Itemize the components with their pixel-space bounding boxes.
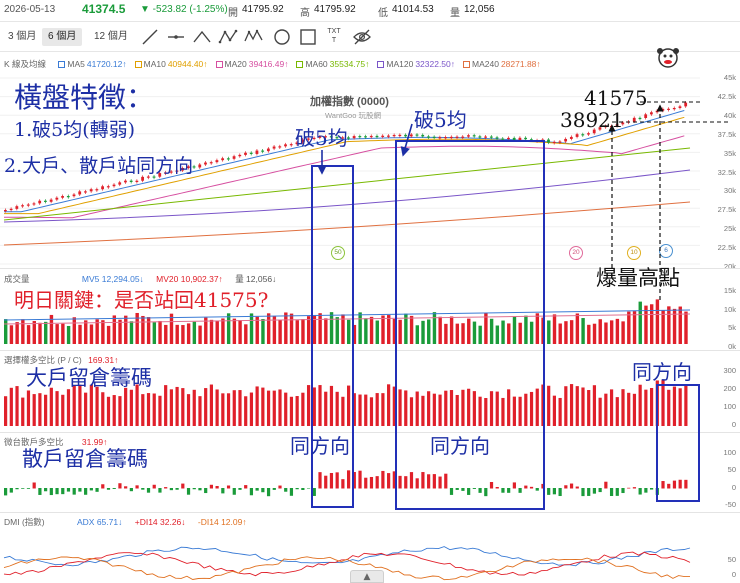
annotation-point-1: 1.破5均(轉弱) — [14, 119, 136, 141]
annotation-break5-a: 破5均 — [295, 126, 348, 150]
annotation-big-holders: 大戶留倉籌碼 — [26, 366, 152, 390]
annotation-level-high: 41575 — [584, 86, 648, 110]
annotation-same-dir-c: 同方向 — [632, 360, 692, 384]
wantgoo-logo-icon — [657, 48, 679, 68]
annotation-arrow — [400, 123, 413, 157]
annotation-retail-holders: 散戶留倉籌碼 — [22, 447, 148, 471]
annotation-level-low: 38921 — [560, 108, 624, 132]
annotation-volume-high: 爆量高點 — [596, 266, 680, 290]
annotation-point-2: 2.大戶、散戶站同方向 — [4, 155, 194, 177]
annotation-same-dir-a: 同方向 — [290, 434, 350, 458]
annotation-break5-b: 破5均 — [414, 108, 467, 132]
annotation-same-dir-b: 同方向 — [430, 434, 490, 458]
annotation-key-question: 明日關鍵：是否站回41575? — [14, 288, 269, 312]
annotation-title: 橫盤特徵： — [14, 81, 155, 114]
